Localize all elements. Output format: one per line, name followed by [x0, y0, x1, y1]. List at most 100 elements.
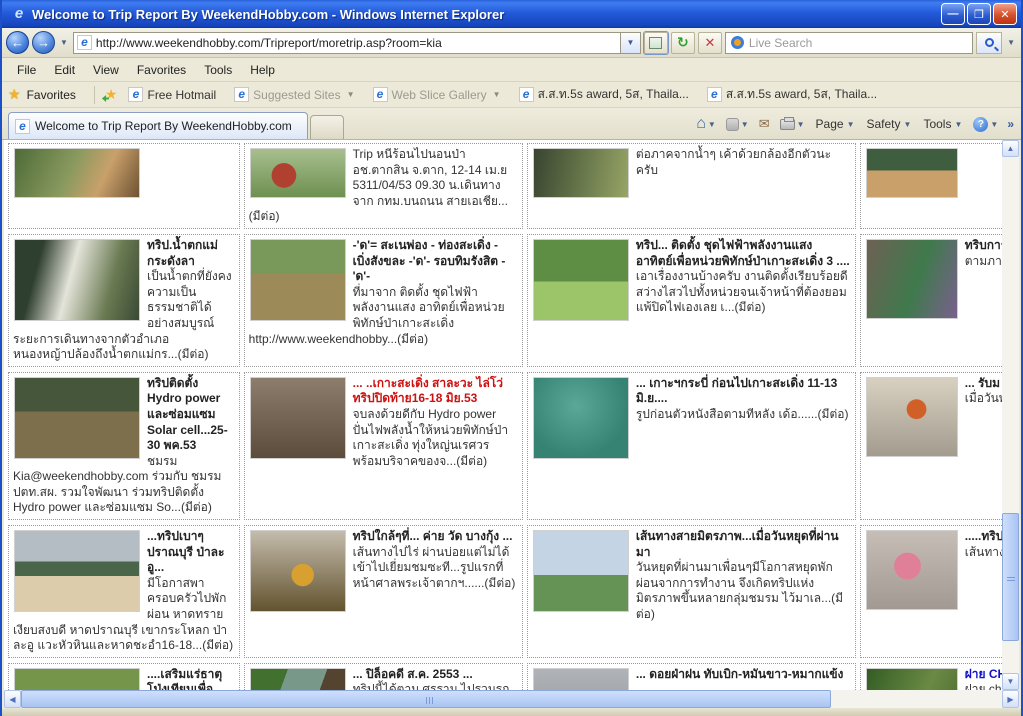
favorites-star-icon[interactable]: ★ — [8, 86, 21, 103]
trip-cell: ... ..เกาะสะเดิ่ง สาละวะ ไล่โว่ ทริปปิดท… — [244, 372, 523, 520]
favorites-button[interactable]: Favorites — [27, 88, 76, 102]
trip-photo[interactable] — [14, 148, 140, 198]
favorite-label: Free Hotmail — [147, 88, 216, 102]
trip-photo[interactable] — [866, 148, 958, 198]
menu-tools[interactable]: Tools — [195, 60, 241, 80]
scroll-up-icon[interactable]: ▲ — [1002, 140, 1019, 157]
trip-photo[interactable] — [250, 668, 346, 690]
trip-row: ...ทริปเบาๆ ปราณบุรี ป่าละอู... มีโอกาสพ… — [8, 525, 1002, 658]
trip-snippet: ฝาย check และพื้นฟูป่ สัมพันธ...(มี — [965, 682, 1002, 690]
trip-photo[interactable] — [533, 668, 629, 690]
search-input[interactable]: Live Search — [725, 32, 973, 54]
vertical-scrollbar[interactable]: ▲ ▼ — [1002, 140, 1019, 690]
menu-favorites[interactable]: Favorites — [128, 60, 195, 80]
horizontal-scrollbar[interactable]: ◀ ▶ — [4, 690, 1019, 708]
close-button[interactable]: ✕ — [993, 3, 1017, 25]
menu-file[interactable]: File — [8, 60, 45, 80]
trip-photo[interactable] — [866, 668, 958, 690]
navigation-bar: ← → ▼ e http://www.weekendhobby.com/Trip… — [2, 28, 1021, 58]
tab-trip-report[interactable]: e Welcome to Trip Report By WeekendHobby… — [8, 112, 308, 139]
search-icon — [985, 38, 994, 47]
print-button[interactable]: ▼ — [776, 116, 809, 133]
scroll-left-icon[interactable]: ◀ — [4, 690, 21, 708]
trip-photo[interactable] — [250, 239, 346, 321]
trip-photo[interactable] — [533, 377, 629, 459]
trip-photo[interactable] — [250, 377, 346, 459]
minimize-button[interactable]: — — [941, 3, 965, 25]
trip-photo[interactable] — [533, 239, 629, 321]
address-dropdown-icon[interactable]: ▼ — [621, 32, 641, 54]
favorite-web-slice-gallery[interactable]: e Web Slice Gallery ▼ — [366, 85, 508, 104]
trip-photo[interactable] — [866, 377, 958, 457]
back-button[interactable]: ← — [6, 31, 29, 54]
stop-button[interactable]: ✕ — [698, 32, 722, 54]
menu-help[interactable]: Help — [241, 60, 284, 80]
feeds-icon — [726, 118, 739, 131]
chevron-down-icon: ▼ — [741, 120, 749, 129]
search-go-button[interactable] — [976, 32, 1002, 54]
favorites-bar: ★ Favorites ★ e Free Hotmail e Suggested… — [2, 82, 1021, 108]
ie-logo-icon: e — [10, 5, 28, 23]
trip-photo[interactable] — [866, 530, 958, 610]
trip-photo[interactable] — [250, 530, 346, 612]
compatibility-view-button[interactable] — [644, 32, 668, 54]
help-button[interactable]: ?▼ — [969, 114, 1002, 135]
trip-photo[interactable] — [533, 530, 629, 612]
scroll-right-icon[interactable]: ▶ — [1002, 690, 1019, 708]
separator — [94, 86, 95, 104]
print-icon — [780, 119, 795, 130]
mail-icon: ✉ — [759, 116, 770, 132]
add-favorite-icon[interactable]: ★ — [105, 86, 118, 103]
trip-photo[interactable] — [14, 239, 140, 321]
safety-menu-button[interactable]: Safety▼ — [862, 114, 917, 134]
tab-bar: e Welcome to Trip Report By WeekendHobby… — [2, 108, 1021, 140]
trip-snippet: ตามภาพครั — [965, 254, 1002, 268]
trip-snippet: เมื่อวันพฤหั พลังงานแส (มีต่อ) — [965, 391, 1002, 405]
recent-pages-dropdown-icon[interactable]: ▼ — [60, 38, 68, 47]
new-tab-button[interactable] — [310, 115, 344, 139]
trip-cell: Trip หนีร้อนไปนอนป่า อช.ตากสิน จ.ตาก, 12… — [244, 143, 523, 229]
favorite-5s-award-2[interactable]: e ส.ส.ท.5s award, 5ส, Thaila... — [700, 83, 884, 106]
trip-cell: ... ปิล็อคดี ส.ค. 2553 ... ทริปนี้ได้ตาม… — [244, 663, 523, 690]
chevron-down-icon: ▼ — [493, 90, 501, 99]
trip-photo[interactable] — [250, 148, 346, 198]
horizontal-scrollbar-thumb[interactable] — [21, 690, 831, 708]
trip-cell: ทริบการบ ก๋อย เชียงใ ตามภาพครั — [860, 234, 1002, 367]
trip-photo[interactable] — [14, 377, 140, 459]
menu-view[interactable]: View — [84, 60, 128, 80]
scrollbar-grip — [426, 697, 434, 704]
url-text[interactable]: http://www.weekendhobby.com/Tripreport/m… — [96, 36, 617, 50]
page-favicon-icon: e — [77, 35, 92, 50]
tools-menu-button[interactable]: Tools▼ — [918, 114, 967, 134]
trip-photo[interactable] — [866, 239, 958, 319]
ie-favicon-icon: e — [373, 87, 388, 102]
page-menu-button[interactable]: Page▼ — [811, 114, 860, 134]
read-mail-button[interactable]: ✉ — [755, 113, 774, 135]
refresh-button[interactable]: ↻ — [671, 32, 695, 54]
chevron-down-icon: ▼ — [990, 120, 998, 129]
trip-snippet: เอาเรื่องงานบ้างครับ งานติดตั้งเรียบร้อย… — [636, 269, 848, 314]
home-button[interactable]: ⌂▼ — [692, 112, 720, 136]
ie-favicon-icon: e — [234, 87, 249, 102]
feeds-button[interactable]: ▼ — [722, 115, 753, 134]
search-options-dropdown-icon[interactable]: ▼ — [1007, 38, 1015, 47]
favorite-free-hotmail[interactable]: e Free Hotmail — [121, 85, 223, 104]
more-toolbar-chevron-icon[interactable]: » — [1004, 117, 1017, 131]
restore-button[interactable]: ❐ — [967, 3, 991, 25]
menu-edit[interactable]: Edit — [45, 60, 84, 80]
scroll-down-icon[interactable]: ▼ — [1002, 673, 1019, 690]
forward-button[interactable]: → — [32, 31, 55, 54]
trip-photo[interactable] — [533, 148, 629, 198]
address-bar[interactable]: e http://www.weekendhobby.com/Tripreport… — [73, 32, 621, 54]
favorite-5s-award-1[interactable]: e ส.ส.ท.5s award, 5ส, Thaila... — [512, 83, 696, 106]
tab-title: Welcome to Trip Report By WeekendHobby.c… — [35, 119, 292, 133]
vertical-scrollbar-thumb[interactable] — [1002, 513, 1019, 641]
trip-photo[interactable] — [14, 668, 140, 690]
trip-cell: ทริปใกล้ๆที่... ค่าย วัด บางกุ้ง ... เส้… — [244, 525, 523, 658]
trip-snippet: จบลงด้วยดีกับ Hydro power ปั่นไฟพลังน้ำใ… — [353, 407, 508, 468]
trip-snippet: ทริปนี้ได้ตาม ศรราม ไปรวมรถได้ 5 คัน...-… — [353, 682, 516, 690]
search-placeholder: Live Search — [749, 36, 967, 50]
trip-photo[interactable] — [14, 530, 140, 612]
favorite-suggested-sites[interactable]: e Suggested Sites ▼ — [227, 85, 361, 104]
trip-cell: ...ทริปเบาๆ ปราณบุรี ป่าละอู... มีโอกาสพ… — [8, 525, 240, 658]
